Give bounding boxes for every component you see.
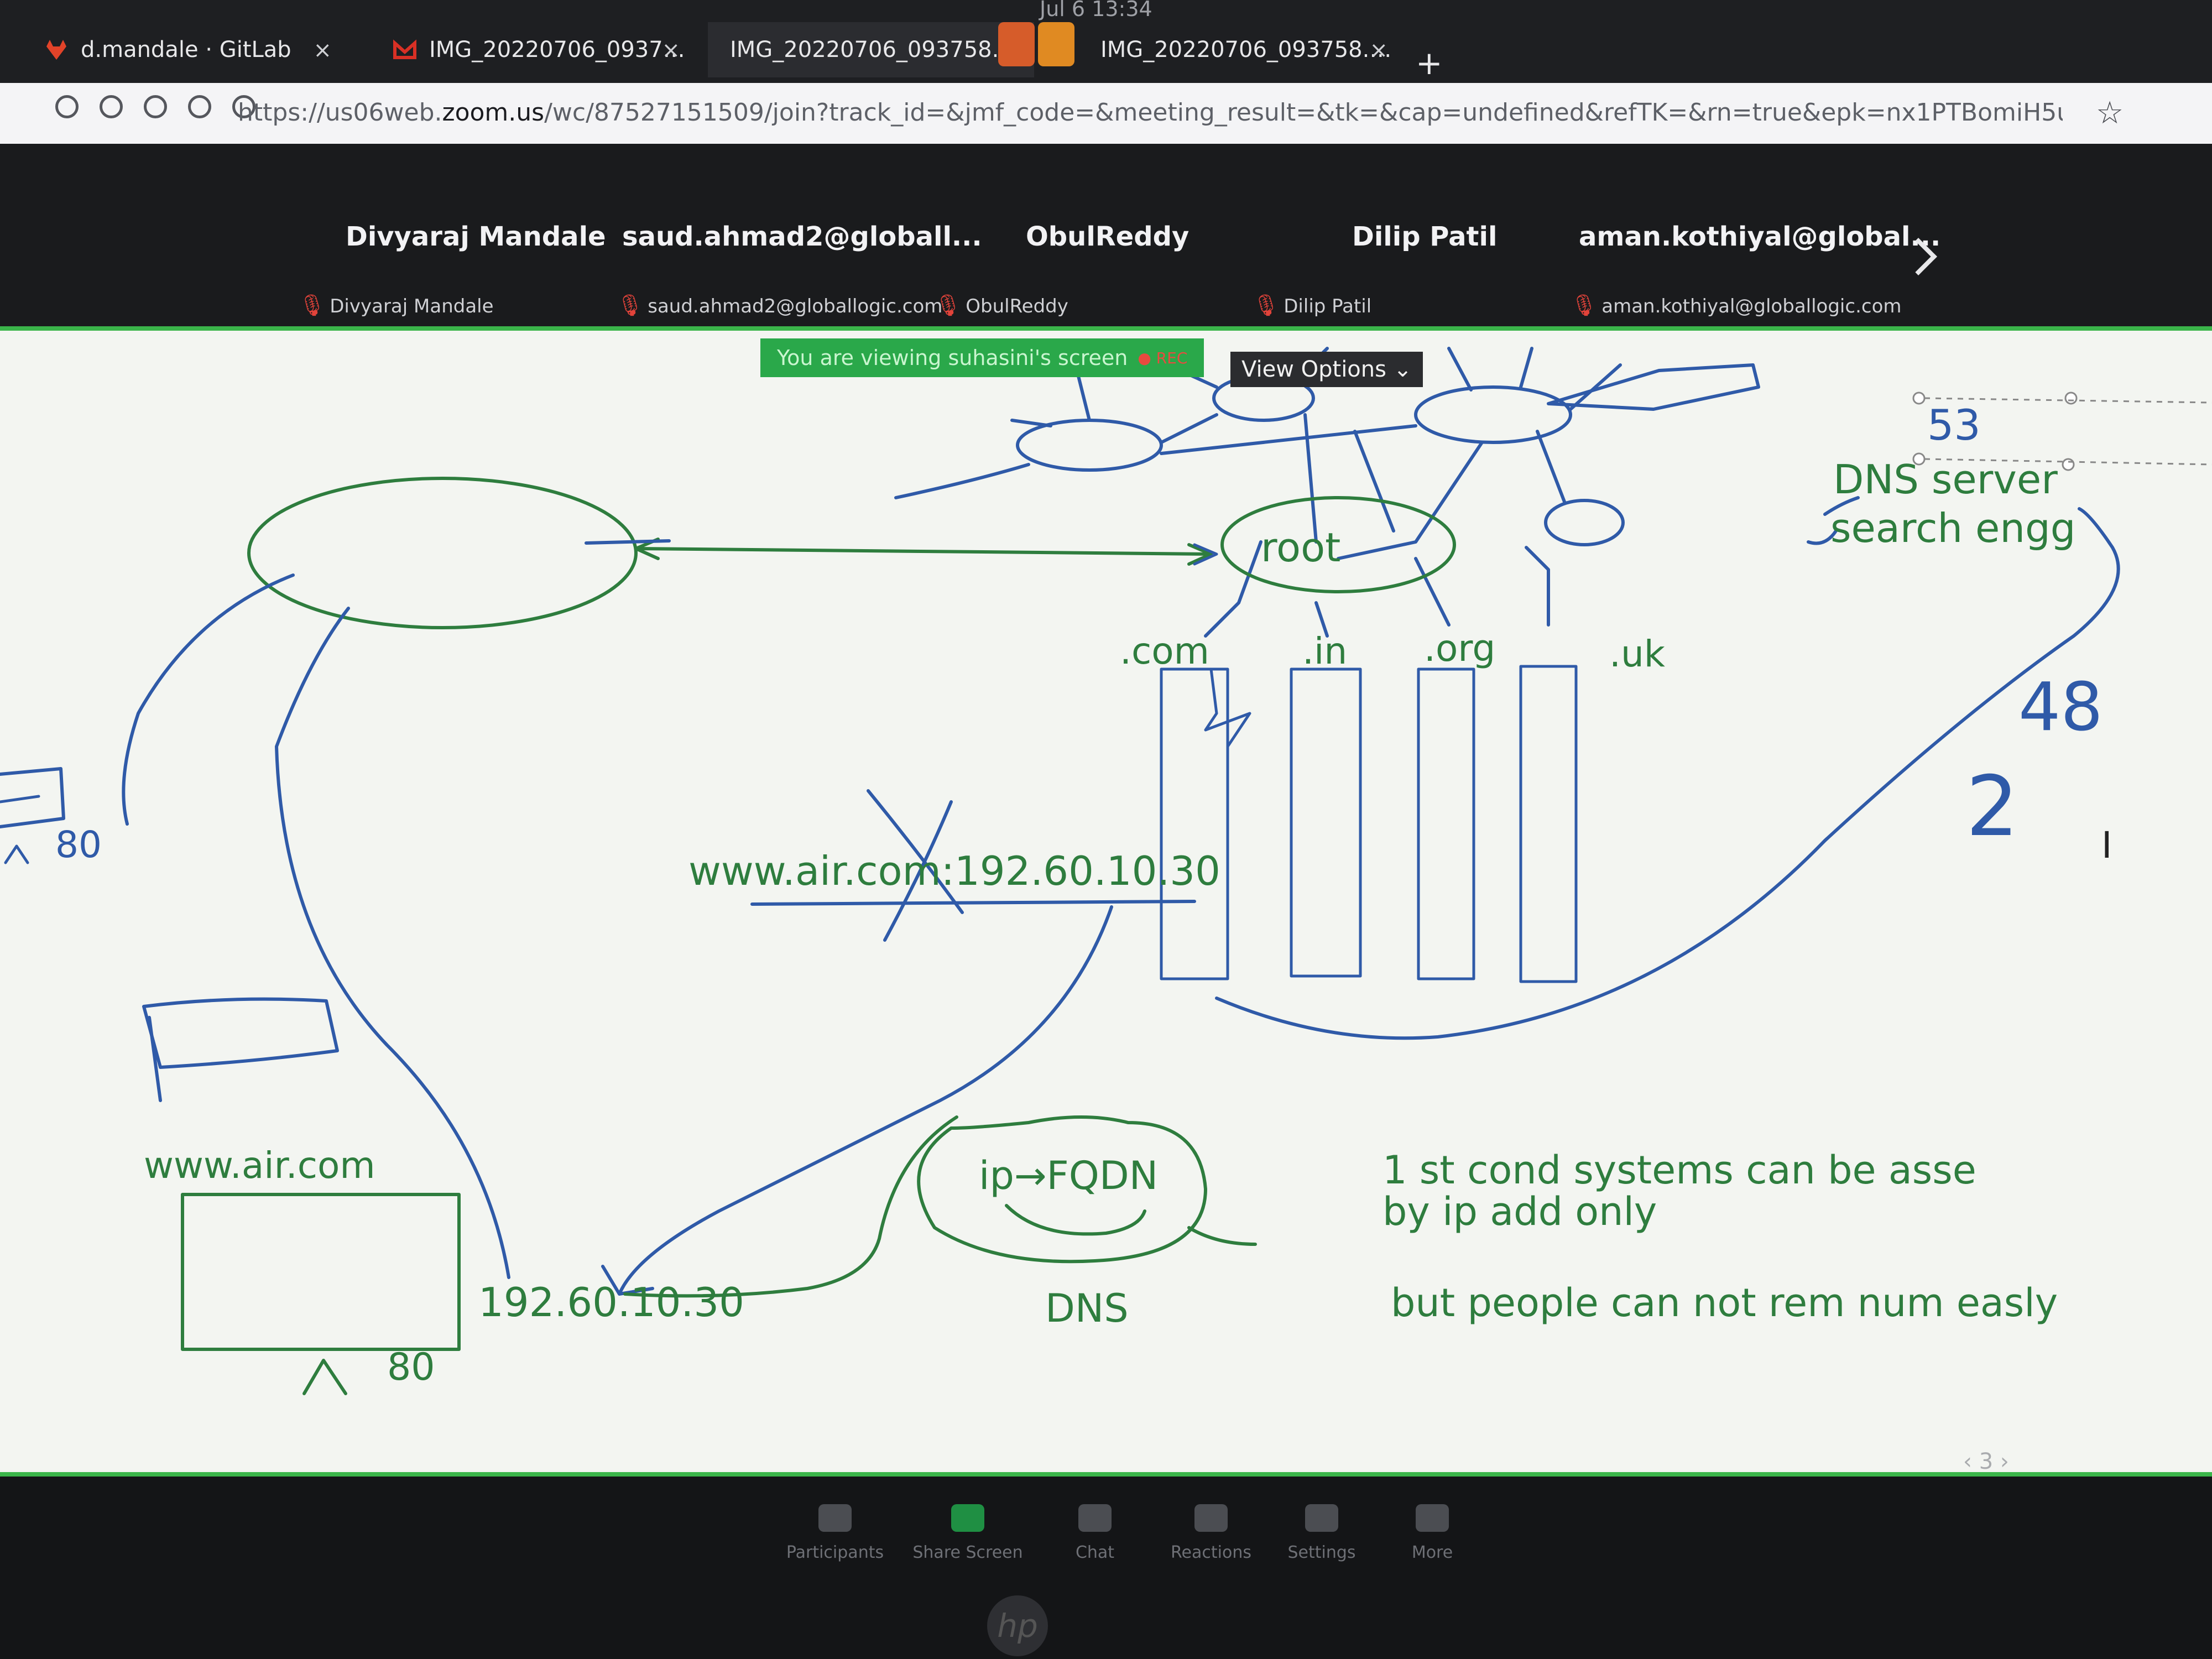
new-tab-button[interactable]: +: [1416, 44, 1443, 82]
firefox-icon: [998, 22, 1035, 66]
hp-logo-icon: hp: [987, 1595, 1048, 1656]
query-arrow: [634, 547, 1213, 556]
gmail-icon: [393, 38, 417, 62]
meeting-toolbar: Participants Share Screen Chat Reactions…: [0, 1477, 2212, 1659]
chat-button[interactable]: Chat: [1034, 1504, 1156, 1562]
tld-label-com: .com: [1120, 630, 1209, 672]
permissions-icon[interactable]: [144, 95, 167, 118]
participant-subtitle: 🎙 ObulReddy: [935, 293, 1068, 317]
note-line-2: by ip add only: [1383, 1189, 1657, 1234]
slide-navigation[interactable]: ‹ 3 ›: [1963, 1449, 2009, 1474]
tab-label: IMG_20220706_093758.pd: [730, 37, 1027, 62]
participant-subtitle: 🎙 Dilip Patil: [1253, 293, 1372, 317]
sketch-box: [142, 997, 339, 1069]
url-path: /wc/87527151509/join?track_id=&jmf_code=…: [544, 98, 2063, 127]
reactions-button[interactable]: Reactions: [1150, 1504, 1272, 1562]
tab-gitlab[interactable]: d.mandale · GitLab ×: [22, 22, 348, 77]
muted-mic-icon: 🎙: [299, 293, 326, 317]
recording-indicator: ● REC: [1138, 348, 1188, 367]
participant-name[interactable]: ObulReddy: [1026, 221, 1189, 252]
server-box: [181, 1193, 461, 1351]
lock-icon[interactable]: [100, 95, 123, 118]
tab-image-pdf[interactable]: IMG_20220706_093758.pd: [708, 22, 1034, 77]
answer-curve: [601, 905, 1113, 1296]
tld-label-uk: .uk: [1609, 633, 1666, 675]
settings-button[interactable]: Settings: [1261, 1504, 1383, 1562]
muted-mic-icon: 🎙: [935, 293, 962, 317]
participant-subtitle: 🎙 Divyaraj Mandale: [299, 293, 494, 317]
system-clock: Jul 6 13:34: [1040, 0, 1152, 21]
reactions-icon: [1194, 1504, 1228, 1532]
root-label: root: [1261, 524, 1340, 571]
more-dots-icon: [1416, 1504, 1449, 1532]
chat-icon: [1078, 1504, 1112, 1532]
tld-servers: [1160, 665, 1578, 983]
tab-label: IMG_20220706_093758...: [429, 37, 697, 62]
client-ellipse: [247, 477, 638, 629]
view-options-button[interactable]: View Options ⌄: [1230, 352, 1423, 387]
shield-icon[interactable]: [55, 95, 79, 118]
address-bar: https://us06web.zoom.us/wc/87527151509/j…: [0, 83, 2212, 144]
left-curve: [122, 573, 295, 826]
participant-name[interactable]: saud.ahmad2@globall...: [622, 221, 982, 252]
tab-label: IMG_20220706_093758.pdf: [1100, 37, 1405, 62]
note-line-1: 1 st cond systems can be asse: [1383, 1147, 1976, 1193]
url-prefix: https://us06web.: [238, 98, 442, 127]
dns-server-label: DNS server: [1833, 456, 2058, 503]
port-53-label: 53: [1927, 400, 1981, 450]
tab-close-icon[interactable]: ×: [313, 38, 332, 63]
browser-tab-bar: Jul 6 13:34 d.mandale · GitLab × IMG_202…: [0, 0, 2212, 83]
participants-button[interactable]: Participants: [774, 1504, 896, 1562]
firefox-indicator-icons: [998, 22, 1076, 66]
bookmark-star-icon[interactable]: ☆: [2096, 95, 2124, 131]
tab-pdf[interactable]: IMG_20220706_093758.pdf ×: [1078, 22, 1405, 77]
participants-icon: [818, 1504, 852, 1532]
search-engg-label: search engg: [1830, 505, 2075, 551]
participant-name[interactable]: Dilip Patil: [1352, 221, 1497, 252]
muted-mic-icon: 🎙: [1571, 293, 1598, 317]
gitlab-icon: [44, 38, 69, 62]
tab-close-icon[interactable]: ×: [1369, 38, 1388, 63]
note-line-3: but people can not rem num easly: [1391, 1280, 2058, 1326]
share-screen-button[interactable]: Share Screen: [907, 1504, 1029, 1562]
handwritten-2: 2: [1966, 759, 2018, 855]
gear-icon: [1305, 1504, 1338, 1532]
participant-name[interactable]: Divyaraj Mandale: [346, 221, 606, 252]
participant-name[interactable]: aman.kothiyal@global...: [1579, 221, 1940, 252]
mapping-underline: [750, 900, 1196, 906]
url-field[interactable]: https://us06web.zoom.us/wc/87527151509/j…: [238, 98, 2063, 127]
handwritten-48: 48: [2018, 669, 2103, 746]
address-bar-icons: [55, 95, 255, 118]
share-screen-icon: [951, 1504, 984, 1532]
participant-subtitle: 🎙 aman.kothiyal@globallogic.com: [1571, 293, 1902, 317]
whiteboard-canvas[interactable]: root .com .in .org .uk DNS server search…: [0, 326, 2212, 1477]
ip-label: 192.60.10.30: [478, 1279, 744, 1326]
tab-label: d.mandale · GitLab: [81, 37, 291, 62]
site-label: www.air.com: [144, 1144, 375, 1187]
more-button[interactable]: More: [1371, 1504, 1493, 1562]
participant-subtitle: 🎙 saud.ahmad2@globallogic.com: [617, 293, 943, 317]
port-80-label: 80: [387, 1345, 435, 1389]
text-cursor-icon: I: [2101, 824, 2112, 867]
participant-strip: Divyaraj Mandale 🎙 Divyaraj Mandale saud.…: [0, 144, 2212, 326]
screen-share-banner: You are viewing suhasini's screen ● REC: [760, 338, 1204, 377]
microphone-indicator-icon: [1038, 22, 1074, 66]
port-80-left-label: 80: [55, 823, 102, 866]
microphone-permission-icon[interactable]: [188, 95, 211, 118]
muted-mic-icon: 🎙: [617, 293, 644, 317]
port-arrow: [302, 1359, 347, 1395]
dns-mapping-text: www.air.com:192.60.10.30: [688, 848, 1220, 894]
viewing-text: You are viewing suhasini's screen: [777, 346, 1128, 370]
muted-mic-icon: 🎙: [1253, 293, 1280, 317]
tab-gmail-image[interactable]: IMG_20220706_093758... ×: [371, 22, 697, 77]
tld-label-org: .org: [1424, 627, 1495, 670]
tld-label-in: .in: [1302, 630, 1347, 672]
tab-close-icon[interactable]: ×: [661, 38, 680, 63]
ip-fqdn-label: ip→FQDN: [979, 1153, 1158, 1198]
dns-label: DNS: [1045, 1286, 1129, 1331]
url-domain: zoom.us: [442, 98, 545, 127]
